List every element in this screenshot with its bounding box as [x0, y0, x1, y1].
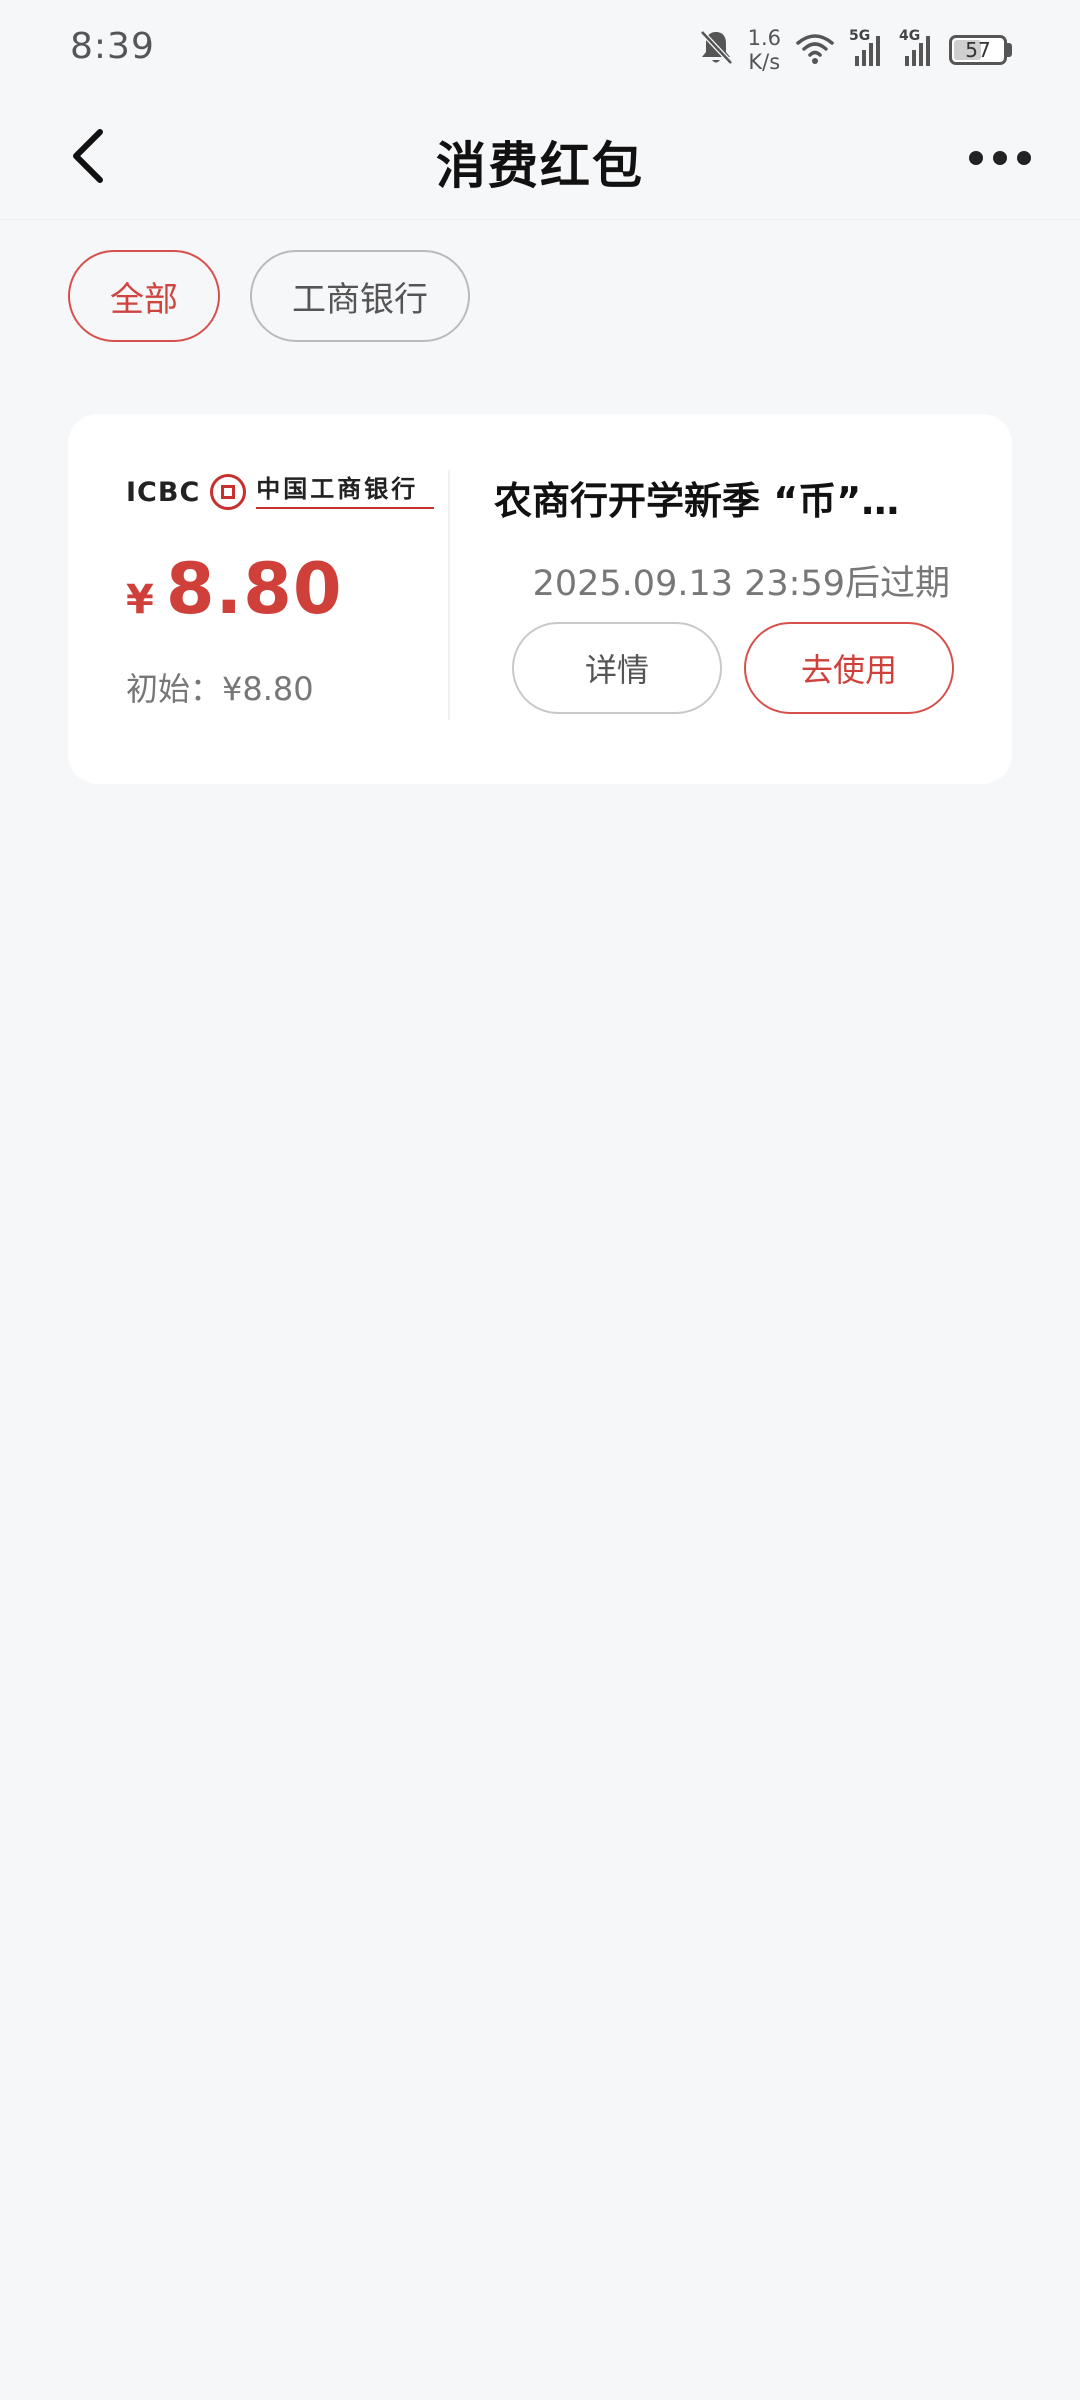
currency-symbol: ¥	[126, 577, 154, 623]
signal-5g-icon: 5G	[849, 28, 885, 68]
coupon-title: 农商行开学新季 “币”有惊喜	[494, 479, 930, 523]
battery-level: 57	[965, 38, 991, 62]
battery-body: 57	[949, 35, 1007, 65]
filter-chip-all[interactable]: 全部	[68, 250, 220, 342]
net-speed: 1.6 K/s	[748, 26, 781, 74]
status-bar: 8:39 1.6 K/s 5G 4G 57	[0, 0, 1080, 96]
bell-muted-icon	[698, 28, 734, 72]
amount-value: 8.80	[165, 548, 343, 630]
status-icons: 1.6 K/s 5G 4G 57	[698, 22, 1012, 78]
more-dots-icon	[993, 151, 1007, 165]
use-button[interactable]: 去使用	[744, 622, 954, 714]
coupon-card[interactable]: ICBC 中国工商银行 ¥ 8.80 初始：¥8.80 农商行开学新季 “币”有…	[68, 414, 1012, 784]
page-title: 消费红包	[436, 137, 644, 195]
detail-button[interactable]: 详情	[512, 622, 722, 714]
coupon-actions: 详情 去使用	[512, 622, 954, 714]
filter-tabs: 全部 工商银行	[68, 250, 470, 342]
initial-amount: 初始：¥8.80	[126, 670, 314, 708]
coupon-amount: ¥ 8.80	[126, 548, 446, 630]
more-button[interactable]	[960, 130, 1040, 186]
bank-logo: ICBC 中国工商银行	[126, 472, 446, 512]
battery-cap	[1007, 43, 1012, 57]
bank-logo-en: ICBC	[126, 476, 201, 508]
wifi-icon	[795, 31, 835, 69]
coupon-expiry: 2025.09.13 23:59后过期	[532, 564, 950, 604]
more-dots-icon	[969, 151, 983, 165]
bank-logo-underline	[256, 507, 435, 509]
signal-4g-icon: 4G	[899, 28, 935, 68]
battery-icon: 57	[949, 35, 1012, 65]
filter-chip-icbc[interactable]: 工商银行	[250, 250, 470, 342]
coupon-amount-section: ICBC 中国工商银行 ¥ 8.80 初始：¥8.80	[126, 472, 446, 732]
net-speed-value: 1.6	[747, 26, 781, 50]
more-dots-icon	[1017, 151, 1031, 165]
bank-logo-cn: 中国工商银行	[256, 475, 419, 503]
signal-4g-tag: 4G	[899, 28, 921, 44]
net-speed-unit: K/s	[748, 50, 781, 74]
status-time: 8:39	[70, 26, 155, 67]
signal-5g-tag: 5G	[849, 28, 871, 44]
nav-bar: 消费红包	[0, 96, 1080, 220]
icbc-emblem-icon	[210, 474, 247, 510]
coupon-info-section: 农商行开学新季 “币”有惊喜 2025.09.13 23:59后过期 详情 去使…	[494, 470, 964, 730]
card-divider	[448, 470, 450, 720]
